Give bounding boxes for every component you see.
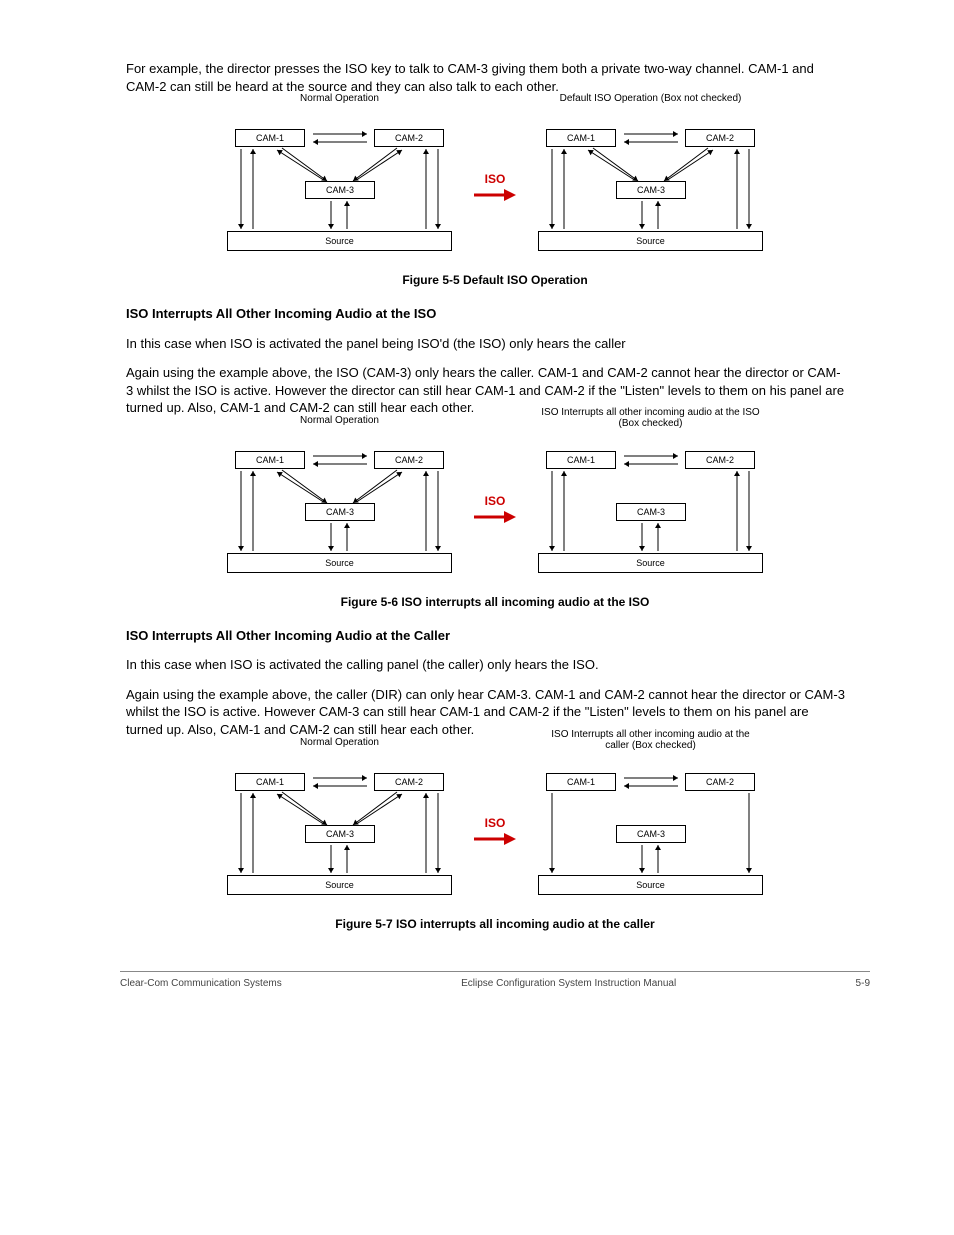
cam1-box: CAM-1 [546,451,616,469]
iso-arrow: ISO [474,816,516,846]
diagram-panel: Normal Operation CAM-1 CAM-2 CAM-3 Sourc… [227,751,452,911]
source-box: Source [227,875,452,895]
source-box: Source [227,231,452,251]
figure-5-6: Normal Operation CAM-1 CAM-2 CAM-3 Sourc… [120,429,870,589]
figure-5-6-caption: Figure 5-6 ISO interrupts all incoming a… [120,595,870,609]
cam3-box: CAM-3 [305,503,375,521]
figure-5-7: Normal Operation CAM-1 CAM-2 CAM-3 Sourc… [120,751,870,911]
panel-title: ISO Interrupts all other incoming audio … [538,729,763,751]
cam2-box: CAM-2 [685,451,755,469]
footer-right: 5-9 [856,978,870,989]
footer-left: Clear-Com Communication Systems [120,978,282,989]
diagram-panel: ISO Interrupts all other incoming audio … [538,429,763,589]
iso-arrow: ISO [474,172,516,202]
intro-paragraph: For example, the director presses the IS… [120,60,870,95]
sentence-c: In this case when ISO is activated the c… [120,656,870,674]
source-box: Source [538,231,763,251]
cam3-box: CAM-3 [616,181,686,199]
source-box: Source [538,553,763,573]
panel-title: Normal Operation [227,93,452,104]
figure-5-5: Normal Operation CAM-1 CAM-2 CAM-3 Sourc… [120,107,870,267]
source-box: Source [227,553,452,573]
panel-title: Default ISO Operation (Box not checked) [538,93,763,104]
diagram-panel: ISO Interrupts all other incoming audio … [538,751,763,911]
footer-center: Eclipse Configuration System Instruction… [461,978,676,989]
cam1-box: CAM-1 [546,773,616,791]
cam1-box: CAM-1 [546,129,616,147]
page-footer: Clear-Com Communication Systems Eclipse … [120,971,870,989]
cam2-box: CAM-2 [685,773,755,791]
sentence-b: In this case when ISO is activated the p… [120,335,870,353]
cam3-box: CAM-3 [616,825,686,843]
panel-title: Normal Operation [227,737,452,748]
iso-label: ISO [485,494,506,508]
iso-label: ISO [485,816,506,830]
cam3-box: CAM-3 [616,503,686,521]
heading-b: ISO Interrupts All Other Incoming Audio … [120,305,870,323]
diagram-panel: Normal Operation CAM-1 CAM-2 CAM-3 Sourc… [227,107,452,267]
cam1-box: CAM-1 [235,451,305,469]
panel-title: Normal Operation [227,415,452,426]
cam2-box: CAM-2 [685,129,755,147]
diagram-panel: Normal Operation CAM-1 CAM-2 CAM-3 Sourc… [227,429,452,589]
heading-c: ISO Interrupts All Other Incoming Audio … [120,627,870,645]
diagram-panel: Default ISO Operation (Box not checked) … [538,107,763,267]
cam2-box: CAM-2 [374,773,444,791]
cam3-box: CAM-3 [305,181,375,199]
cam2-box: CAM-2 [374,129,444,147]
iso-arrow: ISO [474,494,516,524]
cam2-box: CAM-2 [374,451,444,469]
cam1-box: CAM-1 [235,773,305,791]
figure-5-7-caption: Figure 5-7 ISO interrupts all incoming a… [120,917,870,931]
iso-label: ISO [485,172,506,186]
panel-title: ISO Interrupts all other incoming audio … [538,407,763,429]
source-box: Source [538,875,763,895]
figure-5-5-caption: Figure 5-5 Default ISO Operation [120,273,870,287]
cam3-box: CAM-3 [305,825,375,843]
cam1-box: CAM-1 [235,129,305,147]
